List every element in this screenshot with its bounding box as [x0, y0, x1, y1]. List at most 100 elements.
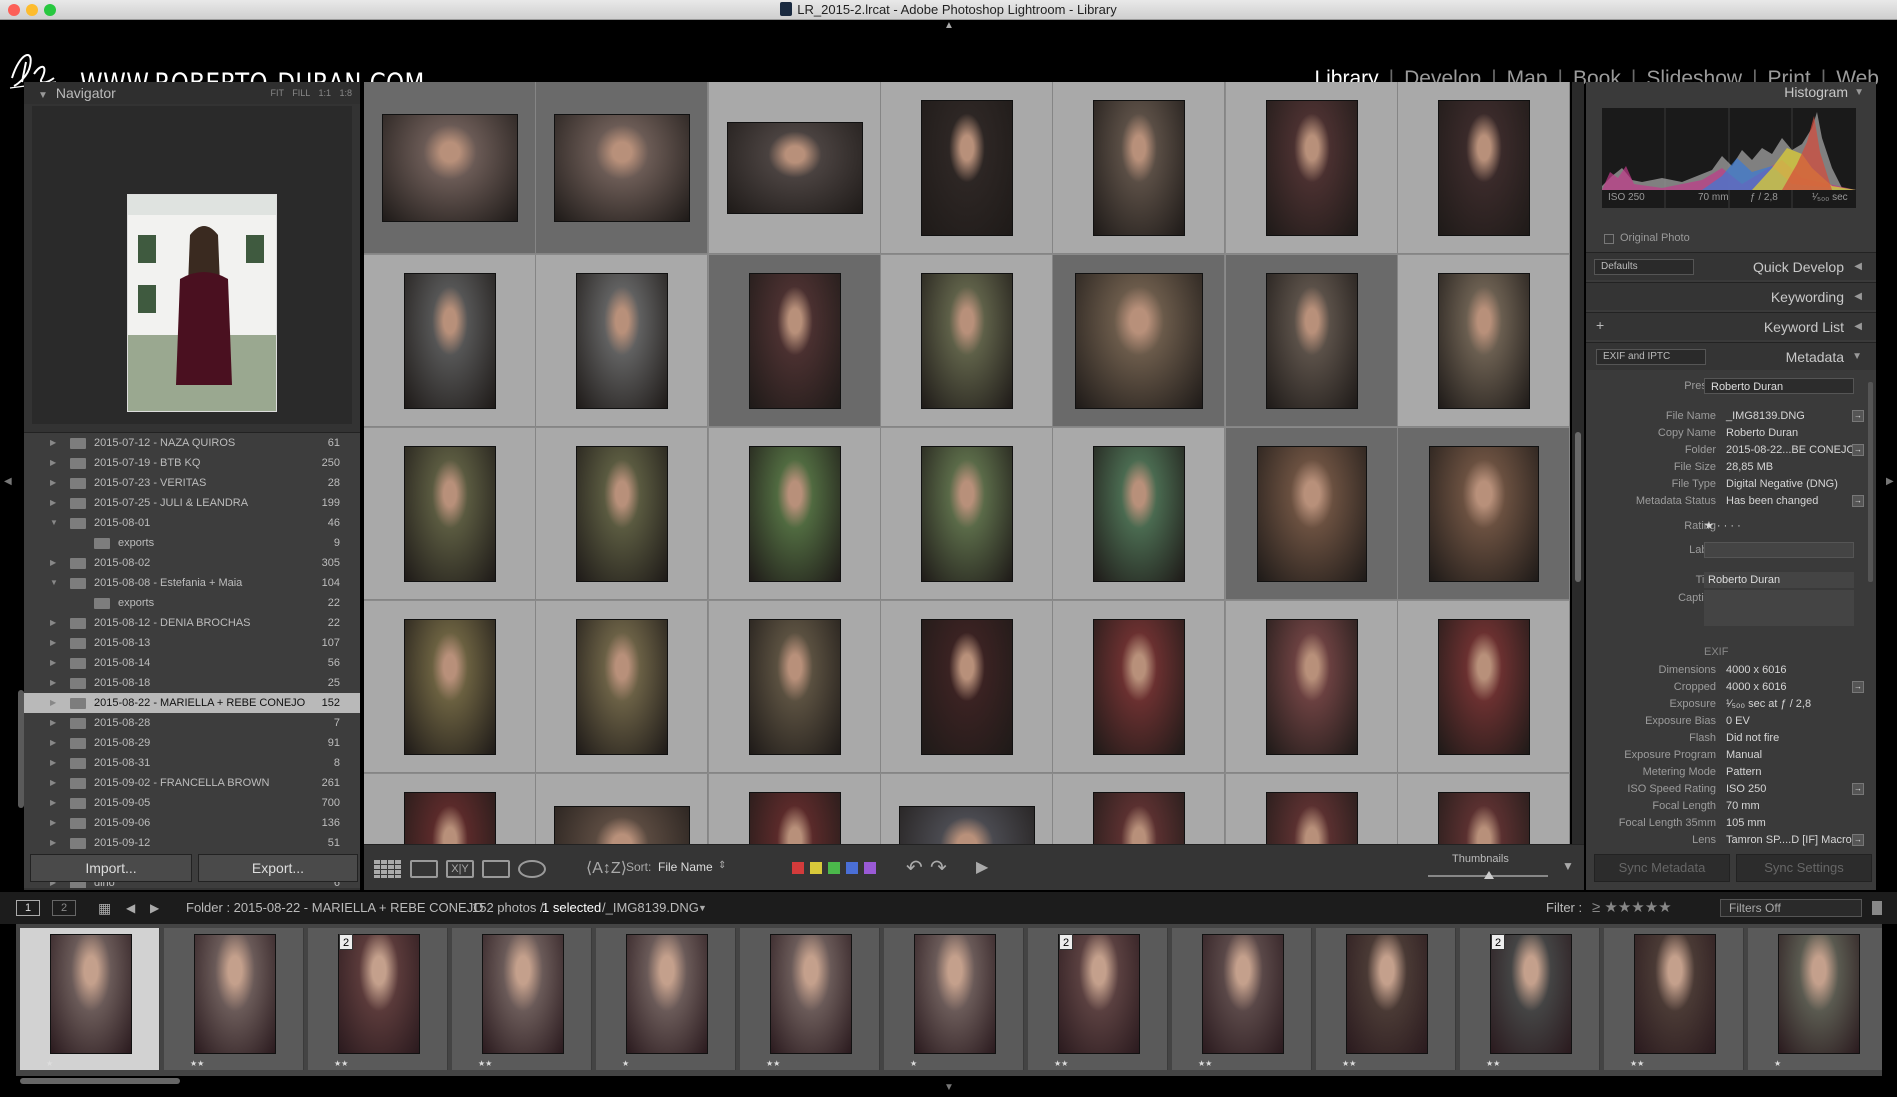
photo-thumbnail[interactable]: [749, 446, 841, 582]
photo-thumbnail[interactable]: [921, 619, 1013, 755]
filmstrip-source[interactable]: Folder : 2015-08-22 - MARIELLA + REBE CO…: [186, 892, 483, 924]
original-photo-checkbox[interactable]: [1604, 234, 1614, 244]
main-window-toggle[interactable]: 1: [16, 900, 40, 916]
folder-row[interactable]: ▶ 2015-08-18 25: [24, 673, 360, 693]
grid-cell[interactable]: [881, 82, 1053, 254]
metadata-value[interactable]: Roberto Duran: [1726, 425, 1798, 442]
filmstrip-cell[interactable]: 2 ★★: [1028, 928, 1168, 1070]
disclosure-closed-icon[interactable]: ▶: [50, 653, 56, 673]
filmstrip-thumbnail[interactable]: [1778, 934, 1860, 1054]
grid-scrollbar-thumb[interactable]: [1575, 432, 1581, 582]
grid-cell[interactable]: [536, 774, 708, 844]
photo-thumbnail[interactable]: [1438, 100, 1530, 236]
disclosure-closed-icon[interactable]: ▶: [50, 753, 56, 773]
filmstrip-thumbnail[interactable]: [626, 934, 708, 1054]
photo-thumbnail[interactable]: [404, 619, 496, 755]
folder-row[interactable]: ▶ 2015-08-31 8: [24, 753, 360, 773]
grid-cell[interactable]: [881, 255, 1053, 427]
photo-thumbnail[interactable]: [382, 114, 518, 222]
compare-view-icon[interactable]: X|Y: [446, 860, 474, 878]
exif-action-icon[interactable]: →: [1852, 783, 1864, 795]
photo-thumbnail[interactable]: [1093, 100, 1185, 236]
photo-thumbnail[interactable]: [921, 100, 1013, 236]
metadata-collapse-icon[interactable]: ▼: [1852, 351, 1862, 362]
grid-cell[interactable]: [1226, 255, 1398, 427]
secondary-window-toggle[interactable]: 2: [52, 900, 76, 916]
zoom-window-button[interactable]: [44, 4, 56, 16]
filmstrip-thumbnail[interactable]: [1634, 934, 1716, 1054]
disclosure-closed-icon[interactable]: ▶: [50, 793, 56, 813]
filmstrip-cell[interactable]: ★★: [1172, 928, 1312, 1070]
grid-cell[interactable]: [1398, 255, 1570, 427]
grid-cell[interactable]: [364, 255, 536, 427]
selected-file[interactable]: /_IMG8139.DNG: [602, 892, 699, 924]
photo-thumbnail[interactable]: [1429, 446, 1539, 582]
grid-cell[interactable]: [364, 774, 536, 844]
filmstrip-cell[interactable]: ★: [1748, 928, 1882, 1070]
folder-row[interactable]: ▶ 2015-08-29 91: [24, 733, 360, 753]
sync-metadata-button[interactable]: Sync Metadata: [1594, 854, 1730, 882]
folder-row[interactable]: ▶ 2015-08-14 56: [24, 653, 360, 673]
painter-icon[interactable]: ⟨A↕Z⟩: [586, 858, 627, 878]
photo-thumbnail[interactable]: [404, 446, 496, 582]
folder-row[interactable]: ▶ 2015-08-02 305: [24, 553, 360, 573]
folder-row[interactable]: exports 9: [24, 533, 360, 553]
photo-thumbnail[interactable]: [1093, 446, 1185, 582]
sync-settings-button[interactable]: Sync Settings: [1736, 854, 1872, 882]
grid-cell[interactable]: [536, 82, 708, 254]
filmstrip-cell[interactable]: ★: [596, 928, 736, 1070]
filmstrip-cell[interactable]: ★★: [452, 928, 592, 1070]
filmstrip-cell[interactable]: ★: [20, 928, 160, 1070]
filmstrip-thumbnail[interactable]: [1058, 934, 1140, 1054]
navigator-header[interactable]: ▼ Navigator FIT FILL 1:1 1:8: [24, 82, 360, 104]
grid-cell[interactable]: [709, 601, 881, 773]
photo-thumbnail[interactable]: [1438, 792, 1530, 844]
grid-scrollbar[interactable]: [1572, 82, 1584, 844]
folder-row[interactable]: ▶ 2015-07-19 - BTB KQ 250: [24, 453, 360, 473]
grid-cell[interactable]: [881, 774, 1053, 844]
folder-row[interactable]: ▶ 2015-08-28 7: [24, 713, 360, 733]
back-arrow-icon[interactable]: ◀: [126, 892, 135, 924]
filmstrip-thumbnail[interactable]: [1346, 934, 1428, 1054]
filter-rating-stars[interactable]: ≥ ★★★★★: [1592, 892, 1672, 924]
color-label-purple[interactable]: [864, 862, 876, 874]
photo-thumbnail[interactable]: [749, 273, 841, 409]
grid-cell[interactable]: [1398, 82, 1570, 254]
grid-view-icon[interactable]: [374, 860, 402, 878]
grid-cell[interactable]: [364, 601, 536, 773]
caption-field[interactable]: [1704, 590, 1854, 626]
photo-thumbnail[interactable]: [576, 446, 668, 582]
folder-row[interactable]: ▶ 2015-09-12 51: [24, 833, 360, 853]
grid-cell[interactable]: [1226, 82, 1398, 254]
collapse-top-panel-icon[interactable]: ▲: [944, 20, 954, 31]
histogram-collapse-icon[interactable]: ▼: [1854, 87, 1864, 98]
photo-thumbnail[interactable]: [749, 792, 841, 844]
filmstrip-thumbnail[interactable]: [194, 934, 276, 1054]
grid-cell[interactable]: [1053, 82, 1225, 254]
filmstrip-thumbnail[interactable]: [1202, 934, 1284, 1054]
filmstrip-cell[interactable]: 2 ★★: [308, 928, 448, 1070]
filmstrip-thumbnail[interactable]: [482, 934, 564, 1054]
thumbnail-size-slider[interactable]: [1428, 871, 1548, 879]
grid-cell[interactable]: [1398, 428, 1570, 600]
keywording-header[interactable]: Keywording ◀: [1586, 282, 1876, 310]
loupe-view-icon[interactable]: [410, 860, 438, 878]
photo-thumbnail[interactable]: [1438, 273, 1530, 409]
rotate-right-icon[interactable]: ↷: [930, 855, 947, 880]
grid-cell[interactable]: [1226, 428, 1398, 600]
filmstrip-thumbnail[interactable]: [50, 934, 132, 1054]
photo-thumbnail[interactable]: [1266, 273, 1358, 409]
photo-thumbnail[interactable]: [1075, 273, 1203, 409]
quick-develop-expand-icon[interactable]: ◀: [1854, 261, 1862, 272]
photo-thumbnail[interactable]: [1093, 792, 1185, 844]
navigator-zoom-options[interactable]: FIT FILL 1:1 1:8: [270, 82, 352, 104]
folder-row[interactable]: ▶ 2015-07-23 - VERITAS 28: [24, 473, 360, 493]
navigator-preview[interactable]: [32, 106, 352, 424]
sort-select[interactable]: File Name: [658, 860, 713, 874]
right-panel-toggle-icon[interactable]: ▶: [1886, 476, 1894, 487]
disclosure-closed-icon[interactable]: ▶: [50, 633, 56, 653]
grid-cell[interactable]: [536, 601, 708, 773]
grid-cell[interactable]: [364, 82, 536, 254]
grid-cell[interactable]: [1226, 774, 1398, 844]
collapse-triangle-icon[interactable]: ▼: [38, 90, 48, 101]
